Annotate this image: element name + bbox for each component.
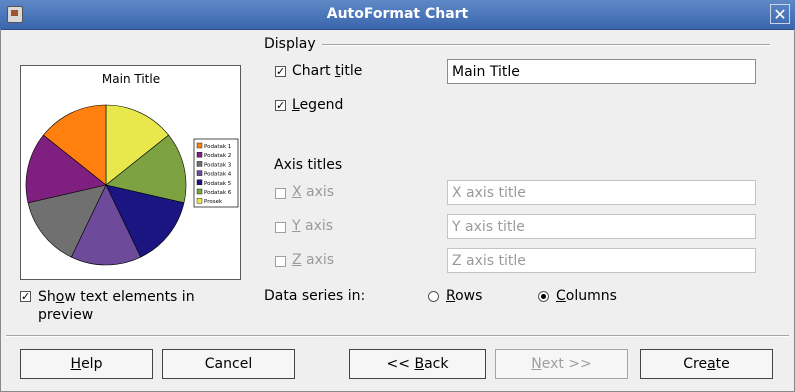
columns-label[interactable]: Columns bbox=[556, 288, 617, 304]
legend-label: Podatak 4 bbox=[204, 172, 232, 178]
legend-label: Podatak 2 bbox=[204, 153, 231, 159]
columns-radio[interactable] bbox=[538, 291, 549, 302]
data-series-label: Data series in: bbox=[264, 288, 366, 304]
show-text-checkbox[interactable]: ✓ bbox=[20, 291, 31, 302]
y-axis-label[interactable]: Y axis bbox=[292, 218, 333, 234]
legend-label: Podatak 6 bbox=[204, 190, 232, 196]
legend-swatch bbox=[196, 179, 203, 186]
next-button[interactable]: Next >> bbox=[495, 349, 628, 379]
z-axis-label[interactable]: Z axis bbox=[292, 252, 334, 268]
close-icon[interactable]: ✕ bbox=[770, 4, 790, 24]
chart-title-label[interactable]: Chart title bbox=[292, 63, 362, 79]
preview-title: Main Title bbox=[102, 72, 160, 86]
rows-radio[interactable] bbox=[428, 291, 439, 302]
legend-label: Podatak 3 bbox=[204, 162, 232, 168]
title-bar: AutoFormat Chart ✕ bbox=[0, 0, 795, 30]
legend-swatch bbox=[196, 197, 203, 204]
legend-label: Podatak 1 bbox=[204, 144, 231, 150]
z-axis-checkbox[interactable] bbox=[275, 256, 286, 267]
legend-label: Podatak 5 bbox=[204, 181, 232, 187]
z-axis-title-input[interactable]: Z axis title bbox=[447, 248, 756, 273]
legend-label: Prosek bbox=[204, 199, 223, 205]
x-axis-title-input[interactable]: X axis title bbox=[447, 180, 756, 205]
display-separator bbox=[322, 44, 770, 46]
axis-titles-label: Axis titles bbox=[274, 157, 343, 173]
rows-label[interactable]: Rows bbox=[446, 288, 482, 304]
legend-checkbox[interactable]: ✓ bbox=[275, 100, 286, 111]
chart-title-checkbox[interactable]: ✓ bbox=[275, 66, 286, 77]
legend-swatch bbox=[196, 188, 203, 195]
back-button[interactable]: << Back bbox=[349, 349, 486, 379]
chart-preview: Main Title Podatak 1 Podatak 2 Podatak 3 Po… bbox=[20, 65, 241, 280]
help-button[interactable]: Help bbox=[20, 349, 153, 379]
button-separator bbox=[6, 335, 789, 337]
legend-label[interactable]: Legend bbox=[292, 97, 343, 113]
x-axis-label[interactable]: X axis bbox=[292, 184, 334, 200]
y-axis-title-input[interactable]: Y axis title bbox=[447, 214, 756, 239]
create-button[interactable]: Create bbox=[640, 349, 773, 379]
y-axis-checkbox[interactable] bbox=[275, 222, 286, 233]
legend-swatch bbox=[196, 161, 203, 167]
legend-swatch bbox=[196, 151, 203, 158]
preview-pie bbox=[25, 104, 187, 266]
legend-swatch bbox=[196, 170, 203, 176]
preview-chart-svg: Main Title Podatak 1 Podatak 2 Podatak 3 Po… bbox=[25, 72, 239, 266]
x-axis-checkbox[interactable] bbox=[275, 188, 286, 199]
chart-title-input[interactable]: Main Title bbox=[447, 59, 756, 84]
show-text-label[interactable]: Show text elements in preview bbox=[38, 288, 195, 324]
dialog-title: AutoFormat Chart bbox=[326, 6, 469, 22]
legend-swatch bbox=[196, 142, 203, 149]
display-group-label: Display bbox=[264, 36, 316, 52]
cancel-button[interactable]: Cancel bbox=[162, 349, 295, 379]
